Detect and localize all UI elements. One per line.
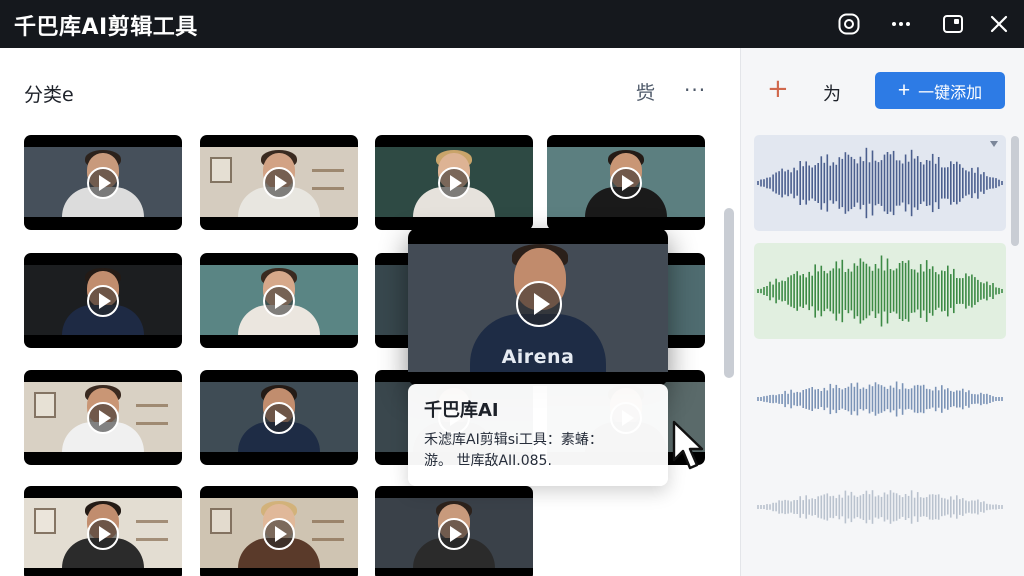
title-bar: 千巴库AI剪辑工具 [0,0,1024,48]
tooltip-line-2: 游。 世库敌AII.085. [424,453,552,469]
audio-waveform-item[interactable] [754,459,1006,555]
wall-frame [210,157,232,183]
video-thumbnail[interactable] [24,135,182,230]
play-icon[interactable] [87,167,119,199]
library-scrollbar[interactable] [724,208,734,378]
play-icon[interactable] [610,167,642,199]
play-icon[interactable] [263,518,295,550]
play-icon[interactable] [263,167,295,199]
more-icon [892,22,910,26]
play-icon[interactable] [87,285,119,317]
wall-shelf [136,404,168,407]
waveform-graphic [757,147,1003,219]
close-button[interactable] [986,11,1012,37]
tooltip-title: 千巴库AI [424,400,499,421]
video-thumbnail[interactable] [200,253,358,348]
video-thumbnail[interactable] [547,135,705,230]
wall-frame [34,508,56,534]
mouse-cursor-icon [672,420,704,470]
video-thumbnail[interactable] [200,486,358,576]
add-audio-button[interactable]: + [767,76,789,102]
audio-panel: + 为 + 一键添加 [740,48,1024,576]
waveform-graphic [757,490,1003,524]
wall-frame [210,508,232,534]
library-more-button[interactable]: ··· [684,78,706,102]
waveform-graphic [757,255,1003,327]
filter-button[interactable]: 赀 [636,78,655,105]
restore-icon [943,15,963,33]
one-click-add-label: 一键添加 [918,84,983,102]
wall-shelf [136,538,168,541]
more-button[interactable] [888,11,914,37]
audio-waveform-item[interactable] [754,351,1006,447]
app-title: 千巴库AI剪辑工具 [14,15,198,40]
preview-tooltip: 千巴库AI 禾滤库AI剪辑si工具：素蝽： 游。 世库敌AII.085. [408,384,668,486]
wall-shelf [136,422,168,425]
play-icon[interactable] [263,285,295,317]
wall-shelf [312,520,344,523]
close-icon [990,15,1008,33]
video-preview-popup[interactable]: Airena [408,228,668,386]
tooltip-line-1: 禾滤库AI剪辑si工具：素蝽： [424,432,603,448]
audio-waveform-item[interactable] [754,135,1006,231]
restore-button[interactable] [940,11,966,37]
audio-waveform-item[interactable] [754,243,1006,339]
waveform-graphic [757,381,1003,417]
settings-button[interactable] [836,11,862,37]
play-icon[interactable] [87,402,119,434]
video-thumbnail[interactable] [24,253,182,348]
plus-icon: + [897,78,911,102]
audio-scrollbar[interactable] [1011,136,1019,246]
wall-shelf [312,187,344,190]
preview-play-icon[interactable] [516,281,562,327]
play-icon[interactable] [87,518,119,550]
video-thumbnail[interactable] [200,370,358,465]
video-thumbnail[interactable] [375,486,533,576]
video-thumbnail[interactable] [24,370,182,465]
play-icon[interactable] [263,402,295,434]
play-icon[interactable] [438,167,470,199]
wall-shelf [136,520,168,523]
wall-frame [34,392,56,418]
dropdown-caret-icon[interactable] [990,141,998,147]
play-icon[interactable] [438,518,470,550]
audio-panel-label: 为 [823,84,841,105]
wall-shelf [312,538,344,541]
one-click-add-button[interactable]: + 一键添加 [875,72,1005,109]
video-thumbnail[interactable] [24,486,182,576]
wall-shelf [312,169,344,172]
video-thumbnail[interactable] [200,135,358,230]
category-title: 分类e [24,84,74,106]
settings-icon [838,13,860,35]
preview-shirt-text: Airena [501,346,575,368]
video-thumbnail[interactable] [375,135,533,230]
